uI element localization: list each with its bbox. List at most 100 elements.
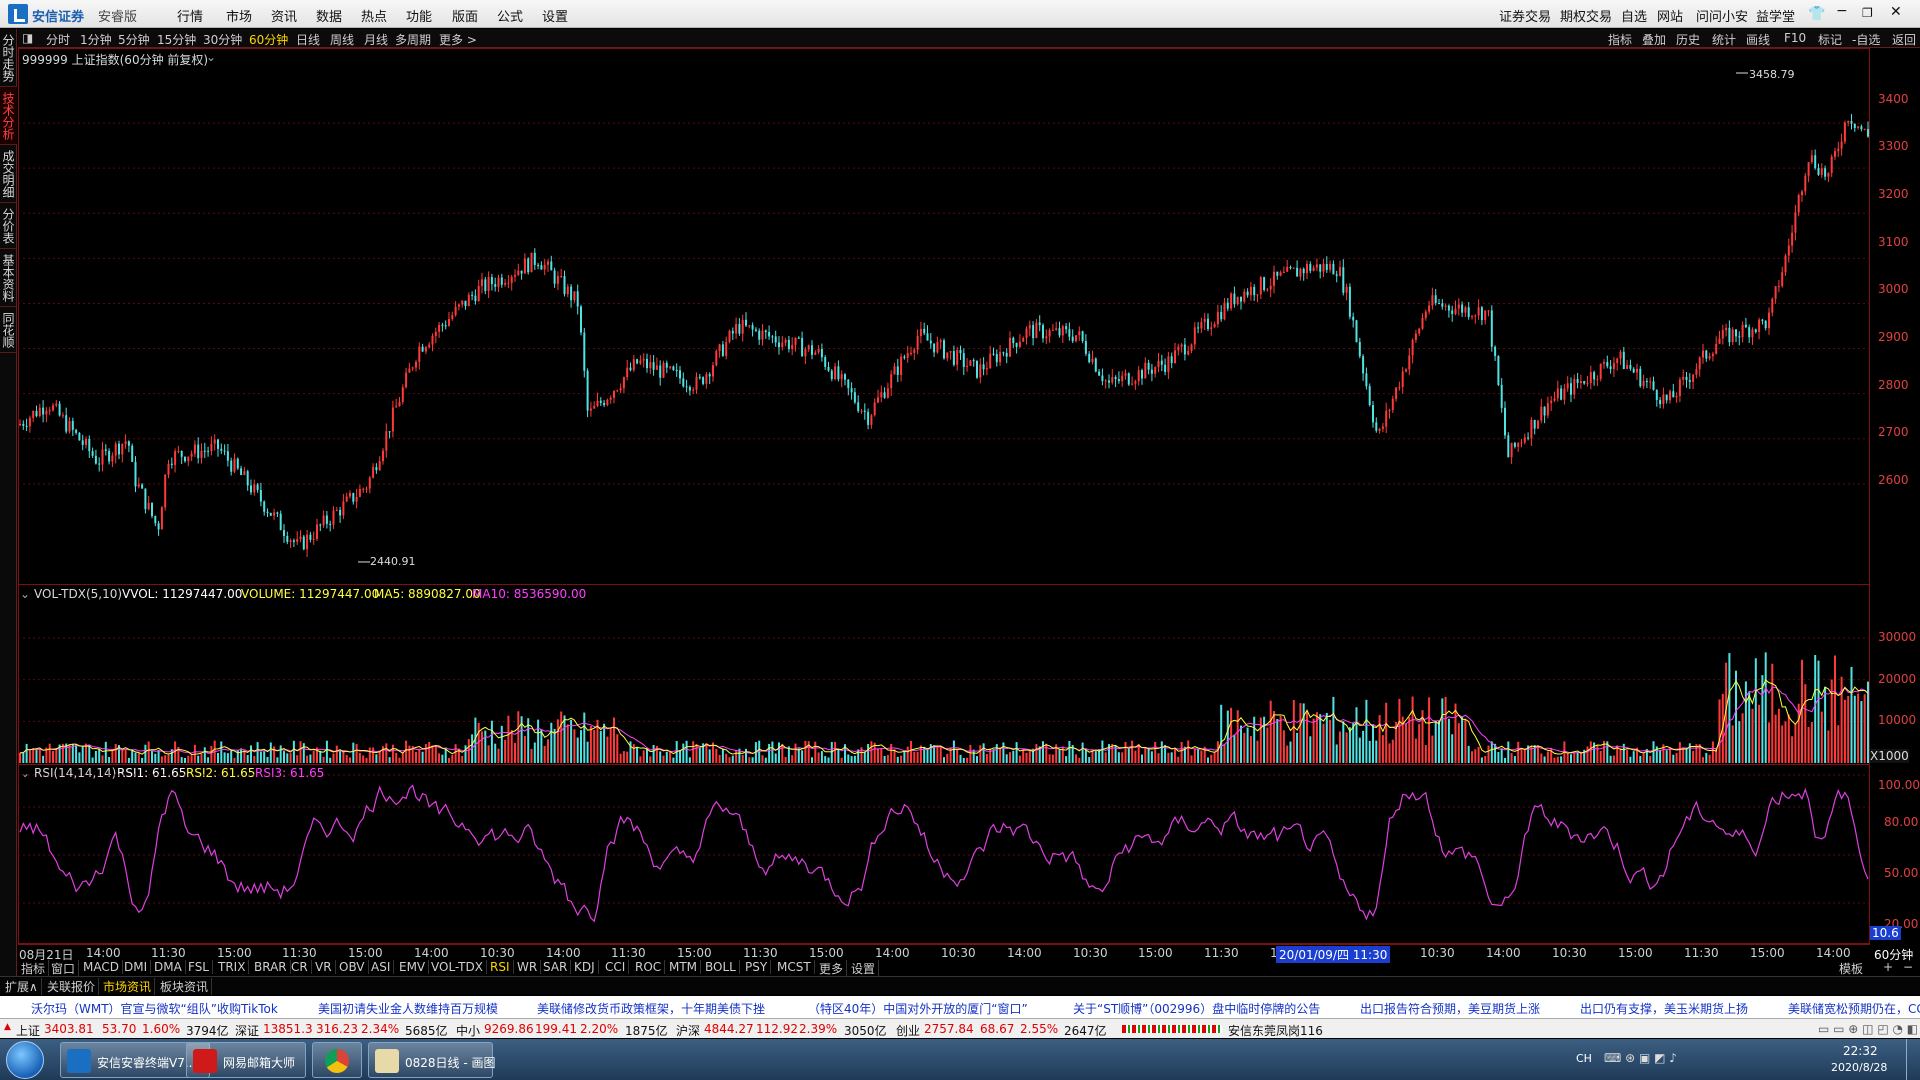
rsi-chart[interactable] <box>18 765 1870 944</box>
period-60min[interactable]: 60分钟 <box>249 31 288 48</box>
indicator-tab[interactable]: 设置 <box>848 960 880 977</box>
indicator-tab[interactable]: BRAR <box>251 960 291 974</box>
minimize-icon[interactable]: − <box>1836 3 1848 19</box>
indicator-tab[interactable]: 指标 <box>18 960 50 977</box>
clock-time[interactable]: 22:32 <box>1843 1044 1878 1058</box>
menu-settings[interactable]: 设置 <box>542 6 568 25</box>
indicator-tab[interactable]: SAR <box>540 960 572 974</box>
indicator-tab[interactable]: PSY <box>742 960 772 974</box>
hs-name[interactable]: 沪深 <box>676 1022 700 1039</box>
period-weekly[interactable]: 周线 <box>330 31 354 48</box>
toggle-panel-icon[interactable]: ◨ <box>22 31 33 45</box>
tool-f10[interactable]: F10 <box>1784 31 1806 45</box>
news-item[interactable]: 出口报告符合预期，美豆期货上涨 <box>1360 1000 1540 1017</box>
indicator-tab[interactable]: ASI <box>368 960 395 974</box>
indicator-tab[interactable]: KDJ <box>571 960 599 974</box>
indicator-tab[interactable]: FSL <box>185 960 213 974</box>
zx-name[interactable]: 中小 <box>456 1022 480 1039</box>
period-multi[interactable]: 多周期 <box>395 31 431 48</box>
info-tab-related-quotes[interactable]: 关联报价 <box>44 978 100 995</box>
shirt-icon[interactable]: 👕 <box>1808 6 1825 22</box>
period-30min[interactable]: 30分钟 <box>203 31 242 48</box>
period-15min[interactable]: 15分钟 <box>157 31 196 48</box>
zoom-out-button[interactable]: − <box>1900 960 1916 974</box>
period-monthly[interactable]: 月线 <box>364 31 388 48</box>
menu-hotspot[interactable]: 热点 <box>361 6 387 25</box>
template-button[interactable]: 模板 <box>1836 960 1866 977</box>
indicator-tab[interactable]: TRIX <box>215 960 250 974</box>
indicator-tab[interactable]: BOLL <box>702 960 740 974</box>
tool-indicator[interactable]: 指标 <box>1608 31 1632 48</box>
tool-draw[interactable]: 画线 <box>1746 31 1770 48</box>
info-tab-sector-news[interactable]: 板块资讯 <box>157 978 213 995</box>
cy-name[interactable]: 创业 <box>896 1022 920 1039</box>
sidebar-tab-trades[interactable]: 成交明细 <box>0 145 17 203</box>
indicator-tab[interactable]: OBV <box>336 960 369 974</box>
input-language[interactable]: CH <box>1576 1052 1592 1065</box>
menu-quotes[interactable]: 行情 <box>177 6 203 25</box>
news-item[interactable]: 美联储宽松预期仍在，CC <box>1788 1000 1920 1017</box>
period-5min[interactable]: 5分钟 <box>118 31 150 48</box>
start-button-icon[interactable] <box>6 1041 44 1079</box>
sidebar-tab-intraday[interactable]: 分时走势 <box>0 29 17 87</box>
restore-icon[interactable]: ❐ <box>1862 6 1873 20</box>
sh-name[interactable]: 上证 <box>16 1022 40 1039</box>
period-more[interactable]: 更多 > <box>439 31 477 48</box>
clock-date[interactable]: 2020/8/28 <box>1831 1061 1887 1074</box>
menu-website[interactable]: 网站 <box>1657 6 1683 25</box>
tool-stats[interactable]: 统计 <box>1712 31 1736 48</box>
sidebar-tab-technical[interactable]: 技术分析 <box>0 87 17 145</box>
sidebar-tab-tonghuashun[interactable]: 同花顺 <box>0 307 17 353</box>
status-icons[interactable]: ▭ ▭ ⊕ ◫ ◰ ◔ ◧ <box>1818 1022 1918 1036</box>
taskbar-app-mail[interactable]: 网易邮箱大师 <box>186 1042 306 1078</box>
period-1min[interactable]: 1分钟 <box>80 31 112 48</box>
news-item[interactable]: 沃尔玛（WMT）官宣与微软“组队”收购TikTok <box>31 1000 278 1017</box>
indicator-tab[interactable]: VOL-TDX <box>428 960 487 974</box>
tool-mark[interactable]: 标记 <box>1818 31 1842 48</box>
menu-formula[interactable]: 公式 <box>497 6 523 25</box>
indicator-tab[interactable]: VR <box>312 960 336 974</box>
menu-securities-trade[interactable]: 证券交易 <box>1499 6 1551 25</box>
news-item[interactable]: 关于“ST顺博”（002996）盘中临时停牌的公告 <box>1073 1000 1320 1017</box>
indicator-tab[interactable]: EMV <box>396 960 430 974</box>
taskbar-app-chrome[interactable] <box>312 1042 362 1078</box>
indicator-tab[interactable]: WR <box>514 960 542 974</box>
sidebar-tab-price-table[interactable]: 分价表 <box>0 203 17 249</box>
menu-ask-anxin[interactable]: 问问小安 <box>1696 6 1748 25</box>
news-item[interactable]: 美国初请失业金人数维持百万规模 <box>318 1000 498 1017</box>
candlestick-chart[interactable] <box>18 48 1870 584</box>
menu-function[interactable]: 功能 <box>406 6 432 25</box>
info-tab-market-news[interactable]: 市场资讯 <box>100 978 156 995</box>
indicator-tab[interactable]: DMA <box>151 960 186 974</box>
tool-remove-watchlist[interactable]: -自选 <box>1852 31 1880 48</box>
menu-watchlist[interactable]: 自选 <box>1621 6 1647 25</box>
news-item[interactable]: （特区40年）中国对外开放的厦门“窗口” <box>808 1000 1028 1017</box>
zoom-in-button[interactable]: + <box>1880 960 1896 974</box>
indicator-tab-rsi[interactable]: RSI <box>487 960 514 974</box>
show-desktop-button[interactable] <box>1906 1039 1920 1080</box>
tool-back[interactable]: 返回 <box>1892 31 1916 48</box>
period-daily[interactable]: 日线 <box>296 31 320 48</box>
indicator-tab[interactable]: MCST <box>774 960 815 974</box>
indicator-tab[interactable]: CCI <box>602 960 630 974</box>
tool-history[interactable]: 历史 <box>1676 31 1700 48</box>
indicator-tab[interactable]: 窗口 <box>48 960 80 977</box>
close-icon[interactable]: ✕ <box>1890 4 1902 20</box>
menu-data[interactable]: 数据 <box>316 6 342 25</box>
menu-options-trade[interactable]: 期权交易 <box>1560 6 1612 25</box>
sz-name[interactable]: 深证 <box>235 1022 259 1039</box>
taskbar-app-paint[interactable]: 0828日线 - 画图 <box>368 1042 496 1078</box>
menu-market[interactable]: 市场 <box>226 6 252 25</box>
menu-news[interactable]: 资讯 <box>271 6 297 25</box>
menu-layout[interactable]: 版面 <box>452 6 478 25</box>
tool-overlay[interactable]: 叠加 <box>1642 31 1666 48</box>
volume-chart[interactable] <box>18 585 1870 764</box>
period-intraday[interactable]: 分时 <box>46 31 70 48</box>
sidebar-tab-fundamentals[interactable]: 基本资料 <box>0 249 17 307</box>
indicator-tab[interactable]: ROC <box>632 960 666 974</box>
expand-button[interactable]: 扩展∧ <box>2 978 42 995</box>
tray-icons[interactable]: ⌨ ⊛ ▣ ◩ ♪ <box>1604 1051 1677 1065</box>
indicator-tab[interactable]: 更多 <box>816 960 848 977</box>
indicator-tab[interactable]: MTM <box>666 960 702 974</box>
indicator-tab[interactable]: MACD <box>80 960 123 974</box>
